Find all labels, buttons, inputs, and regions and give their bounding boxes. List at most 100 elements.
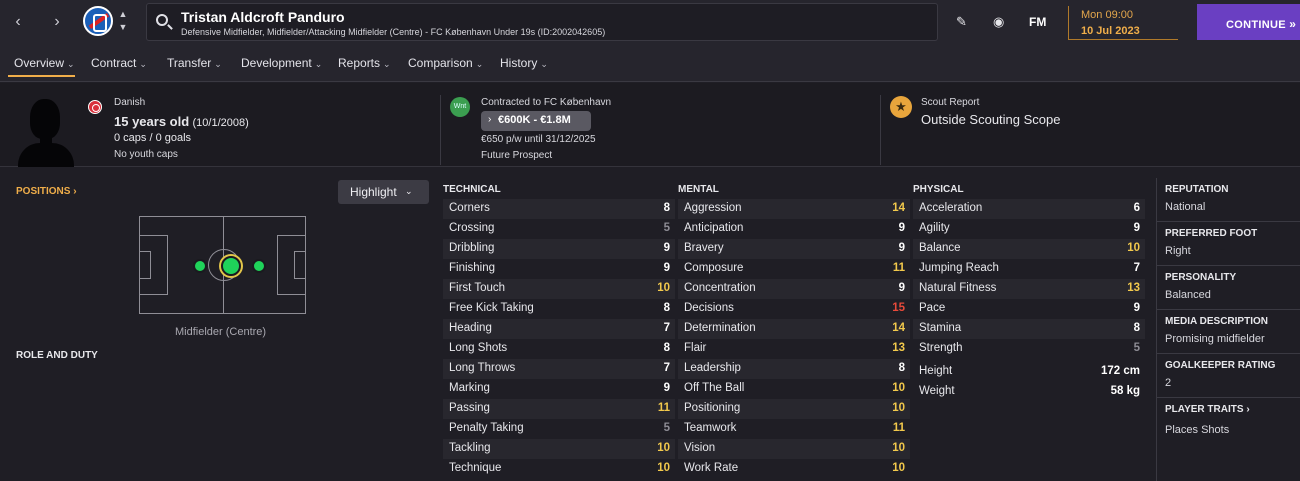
- globe-icon[interactable]: ◉: [993, 14, 1004, 30]
- technical-attribute-row[interactable]: Long Throws 7: [443, 359, 675, 379]
- attribute-name: Heading: [449, 322, 492, 334]
- player-search-box[interactable]: Tristan Aldcroft Panduro Defensive Midfi…: [146, 3, 938, 41]
- tab-development[interactable]: Development ⌄: [241, 56, 322, 70]
- back-icon[interactable]: ‹: [8, 12, 28, 32]
- personality-title: PERSONALITY: [1165, 272, 1237, 283]
- mental-attribute-row[interactable]: Positioning 10: [678, 399, 910, 419]
- attribute-value: 7: [1133, 262, 1140, 274]
- attribute-name: Long Throws: [449, 362, 516, 374]
- chevron-right-icon: ›: [73, 186, 77, 197]
- attribute-value: 10: [892, 462, 905, 474]
- chevron-down-icon: ⌄: [475, 59, 484, 69]
- technical-attribute-row[interactable]: Tackling 10: [443, 439, 675, 459]
- nation-flag-icon[interactable]: [88, 100, 102, 114]
- mental-attribute-row[interactable]: Concentration 9: [678, 279, 910, 299]
- tab-transfer[interactable]: Transfer ⌄: [167, 56, 222, 70]
- technical-title: TECHNICAL: [443, 184, 501, 195]
- technical-attribute-row[interactable]: Finishing 9: [443, 259, 675, 279]
- positions-link[interactable]: POSITIONS ›: [16, 186, 77, 197]
- technical-attribute-row[interactable]: Free Kick Taking 8: [443, 299, 675, 319]
- physical-attribute-row[interactable]: Natural Fitness 13: [913, 279, 1145, 299]
- attribute-value: 6: [1133, 202, 1140, 214]
- physical-attribute-row[interactable]: Acceleration 6: [913, 199, 1145, 219]
- tab-reports[interactable]: Reports ⌄: [338, 56, 391, 70]
- reputation-item[interactable]: REPUTATION National: [1157, 178, 1300, 222]
- highlight-dropdown[interactable]: Highlight ⌄: [338, 180, 429, 204]
- youth-caps: No youth caps: [114, 149, 178, 160]
- technical-attribute-row[interactable]: Heading 7: [443, 319, 675, 339]
- physical-attribute-row[interactable]: Jumping Reach 7: [913, 259, 1145, 279]
- chevron-down-icon: ⌄: [383, 59, 391, 69]
- tab-overview[interactable]: Overview ⌄: [14, 56, 75, 70]
- technical-attribute-row[interactable]: Dribbling 9: [443, 239, 675, 259]
- scout-value[interactable]: Outside Scouting Scope: [921, 112, 1060, 127]
- media-description-value: Promising midfielder: [1165, 333, 1265, 345]
- technical-attribute-row[interactable]: Technique 10: [443, 459, 675, 479]
- attribute-value: 8: [1133, 322, 1140, 334]
- attribute-name: Acceleration: [919, 202, 983, 214]
- tab-contract[interactable]: Contract ⌄: [91, 56, 147, 70]
- attribute-value: 8: [663, 302, 670, 314]
- physical-attribute-row[interactable]: Balance 10: [913, 239, 1145, 259]
- technical-attribute-row[interactable]: Passing 11: [443, 399, 675, 419]
- position-dot-dm[interactable]: [193, 259, 207, 273]
- attribute-value: 7: [663, 362, 670, 374]
- attribute-name: Vision: [684, 442, 716, 454]
- club-switcher-icon[interactable]: ▲ ▼: [117, 8, 129, 34]
- position-dot-amc[interactable]: [252, 259, 266, 273]
- club-badge-icon[interactable]: [83, 6, 113, 36]
- player-traits-value: Places Shots: [1165, 424, 1230, 436]
- transfer-value-pill[interactable]: › €600K - €1.8M: [481, 111, 591, 131]
- date-widget[interactable]: Mon 09:00 10 Jul 2023: [1068, 6, 1178, 40]
- mental-attribute-row[interactable]: Work Rate 10: [678, 459, 910, 479]
- mental-attribute-row[interactable]: Anticipation 9: [678, 219, 910, 239]
- attribute-name: Dribbling: [449, 242, 495, 254]
- attribute-value: 9: [663, 382, 670, 394]
- mental-attribute-row[interactable]: Aggression 14: [678, 199, 910, 219]
- technical-attribute-row[interactable]: Penalty Taking 5: [443, 419, 675, 439]
- mental-attribute-row[interactable]: Determination 14: [678, 319, 910, 339]
- attribute-name: Stamina: [919, 322, 962, 334]
- physical-attribute-row[interactable]: Pace 9: [913, 299, 1145, 319]
- technical-attribute-row[interactable]: First Touch 10: [443, 279, 675, 299]
- mental-title: MENTAL: [678, 184, 719, 195]
- star-icon: ★: [890, 96, 912, 118]
- edit-pencil-icon[interactable]: ✎: [956, 14, 967, 30]
- tab-label: Development: [241, 56, 312, 70]
- mental-attribute-row[interactable]: Leadership 8: [678, 359, 910, 379]
- technical-attribute-row[interactable]: Marking 9: [443, 379, 675, 399]
- physical-attribute-row[interactable]: Stamina 8: [913, 319, 1145, 339]
- mental-attribute-row[interactable]: Bravery 9: [678, 239, 910, 259]
- mental-attribute-row[interactable]: Vision 10: [678, 439, 910, 459]
- mental-attribute-row[interactable]: Decisions 15: [678, 299, 910, 319]
- tab-comparison[interactable]: Comparison ⌄: [408, 56, 483, 70]
- mental-attribute-row[interactable]: Off The Ball 10: [678, 379, 910, 399]
- physical-attribute-row[interactable]: Agility 9: [913, 219, 1145, 239]
- fm-menu-button[interactable]: FM: [1029, 15, 1046, 29]
- attribute-name: Penalty Taking: [449, 422, 524, 434]
- attribute-name: Leadership: [684, 362, 741, 374]
- reputation-title: REPUTATION: [1165, 184, 1229, 195]
- wanted-status-icon[interactable]: Wnt: [450, 97, 470, 117]
- attribute-value: 9: [898, 222, 905, 234]
- attribute-name: Free Kick Taking: [449, 302, 534, 314]
- player-traits-label: PLAYER TRAITS: [1165, 404, 1244, 415]
- position-dot-mc[interactable]: [221, 256, 241, 276]
- mental-attribute-row[interactable]: Composure 11: [678, 259, 910, 279]
- search-icon[interactable]: [156, 14, 168, 26]
- player-traits-item[interactable]: PLAYER TRAITS › Places Shots: [1157, 398, 1300, 458]
- mental-attribute-row[interactable]: Flair 13: [678, 339, 910, 359]
- forward-icon[interactable]: ›: [47, 12, 67, 32]
- physical-attribute-row[interactable]: Strength 5: [913, 339, 1145, 359]
- nationality: Danish: [114, 97, 146, 108]
- technical-attribute-row[interactable]: Long Shots 8: [443, 339, 675, 359]
- player-avatar: [18, 97, 80, 167]
- tab-history[interactable]: History ⌄: [500, 56, 548, 70]
- attribute-value: 13: [1127, 282, 1140, 294]
- technical-attribute-row[interactable]: Crossing 5: [443, 219, 675, 239]
- mental-attribute-row[interactable]: Teamwork 11: [678, 419, 910, 439]
- attribute-value: 8: [663, 202, 670, 214]
- continue-button[interactable]: CONTINUE »: [1197, 4, 1300, 40]
- attribute-value: 10: [892, 402, 905, 414]
- technical-attribute-row[interactable]: Corners 8: [443, 199, 675, 219]
